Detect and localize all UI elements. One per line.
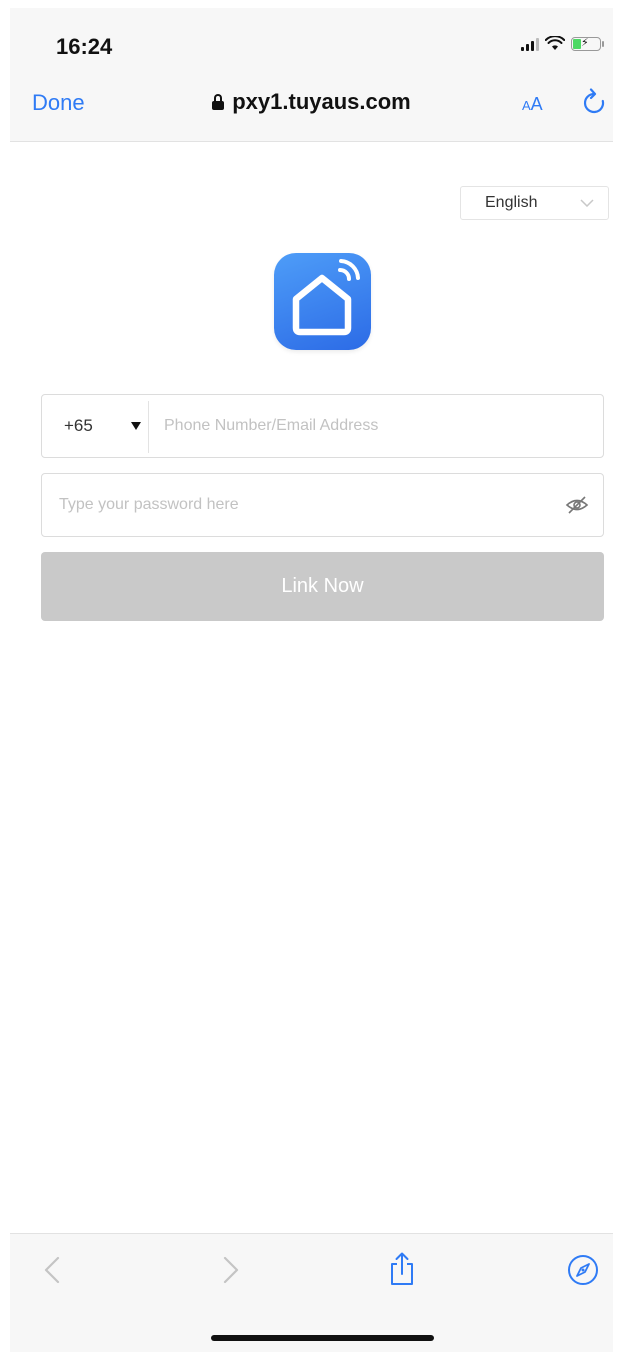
battery-charging-icon: ⚡ [571, 36, 604, 51]
language-select[interactable]: English [460, 186, 609, 220]
password-field [41, 473, 604, 537]
link-now-button[interactable]: Link Now [41, 552, 604, 621]
reload-icon[interactable] [581, 88, 607, 118]
status-icons: ⚡ [521, 36, 604, 51]
status-time: 16:24 [56, 34, 113, 59]
app-logo [274, 253, 371, 350]
text-size-small-label: A [522, 98, 531, 113]
smart-home-logo-icon [292, 259, 360, 336]
browser-toolbar [10, 1233, 613, 1352]
chevron-down-icon [580, 199, 594, 207]
url-text: pxy1.tuyaus.com [232, 89, 411, 114]
share-icon[interactable] [389, 1252, 415, 1286]
text-size-button[interactable]: AA [522, 94, 543, 115]
cellular-signal-icon [521, 37, 539, 51]
password-input[interactable] [59, 474, 539, 536]
home-indicator [211, 1335, 434, 1341]
lock-icon [212, 94, 225, 110]
browser-top-bar: 16:24 ⚡ Done pxy1.tuyaus.com AA [10, 8, 613, 142]
text-size-large-label: A [530, 94, 543, 114]
caret-down-icon[interactable] [131, 422, 141, 430]
country-code-select[interactable]: +65 [64, 416, 93, 436]
account-field: +65 [41, 394, 604, 458]
language-value: English [485, 194, 538, 211]
account-input[interactable] [164, 395, 594, 457]
chevron-right-icon[interactable] [223, 1256, 239, 1284]
chevron-left-icon[interactable] [44, 1256, 60, 1284]
compass-icon[interactable] [567, 1254, 599, 1286]
wifi-icon [545, 36, 565, 50]
field-divider [148, 401, 149, 453]
eye-slash-icon[interactable] [565, 496, 589, 514]
